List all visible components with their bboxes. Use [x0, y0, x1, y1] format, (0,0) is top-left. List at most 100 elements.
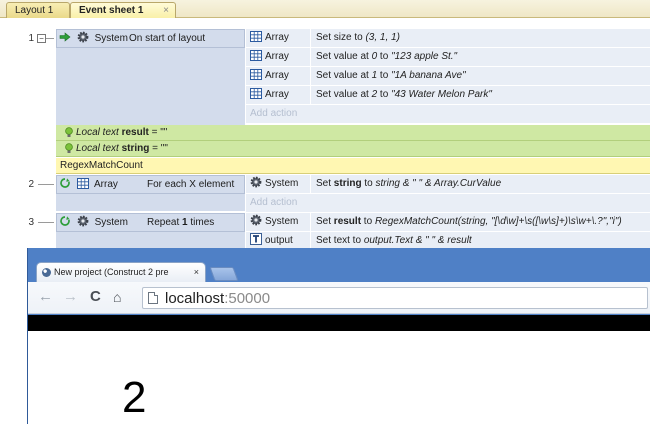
- page-favicon-icon: [42, 268, 51, 277]
- trigger-arrow-icon: [59, 32, 71, 42]
- browser-tab-close-icon[interactable]: ×: [194, 263, 199, 282]
- action-param: "123 apple St.": [391, 51, 458, 62]
- action-param: result: [333, 216, 362, 227]
- event-comment[interactable]: RegexMatchCount: [56, 158, 650, 174]
- local-variable-result[interactable]: Local text result = "": [56, 125, 650, 141]
- url-port: :50000: [224, 290, 271, 307]
- page-icon: [148, 292, 158, 304]
- action-text-part: to: [377, 51, 392, 62]
- add-action-button[interactable]: Add action: [246, 194, 650, 213]
- action-text-part: Set value at: [316, 89, 372, 100]
- text-object-icon: [250, 233, 262, 246]
- browser-tab-title: New project (Construct 2 pre: [54, 267, 169, 277]
- column-separator: [310, 213, 311, 232]
- condition-object: Array: [59, 176, 118, 194]
- event-1-action-3[interactable]: Array Set value at 1 to "1A banana Ave": [246, 67, 650, 86]
- grid-icon: [250, 49, 262, 61]
- home-icon[interactable]: ⌂: [113, 288, 121, 306]
- condition-object: System: [59, 214, 128, 232]
- loop-icon: [60, 178, 70, 189]
- action-object: System: [250, 175, 298, 193]
- column-separator: [310, 175, 311, 194]
- condition-object-label: System: [94, 217, 128, 228]
- action-text-part: to: [361, 216, 375, 227]
- action-object: Array: [250, 86, 289, 104]
- local-variable-text: Local text string = "": [76, 141, 168, 156]
- condition-object-label: Array: [94, 179, 118, 190]
- output-text: 2: [122, 373, 147, 422]
- event-1-condition[interactable]: System On start of layout: [56, 29, 245, 48]
- browser-window: New project (Construct 2 pre × ← → C ⌂ l…: [27, 248, 650, 424]
- action-object-label: System: [265, 178, 299, 189]
- local-variable-string[interactable]: Local text string = "": [56, 141, 650, 157]
- action-object-label: Array: [265, 32, 289, 43]
- variable-kind: Local text: [76, 127, 119, 138]
- event-number: 1: [28, 33, 34, 44]
- event-1-action-2[interactable]: Array Set value at 0 to "123 apple St.": [246, 48, 650, 67]
- action-object-label: System: [265, 216, 299, 227]
- page-canvas: 2: [28, 331, 650, 424]
- lightbulb-icon: [65, 143, 73, 153]
- add-action-button[interactable]: Add action: [246, 105, 650, 124]
- action-text-part: Set: [316, 216, 334, 227]
- condition-text: On start of layout: [129, 33, 206, 44]
- action-object: System: [250, 213, 298, 231]
- new-tab-button[interactable]: [209, 267, 239, 281]
- tab-layout-1[interactable]: Layout 1: [6, 2, 70, 18]
- loop-icon: [60, 216, 70, 227]
- condition-text-part: Repeat: [147, 217, 183, 228]
- address-bar[interactable]: localhost:50000: [142, 287, 648, 309]
- condition-object-label: System: [94, 33, 128, 44]
- forward-arrow-icon[interactable]: →: [63, 288, 78, 306]
- column-separator: [310, 48, 311, 67]
- variable-name: result: [121, 127, 149, 138]
- action-object-label: Array: [265, 51, 289, 62]
- action-text-part: Set text to: [316, 235, 364, 246]
- browser-toolbar: ← → C ⌂ localhost:50000: [28, 282, 650, 314]
- grid-icon: [250, 68, 262, 80]
- gear-icon: [250, 214, 262, 226]
- action-text-part: Set: [316, 178, 334, 189]
- column-separator: [310, 29, 311, 48]
- tab-close-icon[interactable]: ×: [163, 3, 169, 18]
- browser-tab[interactable]: New project (Construct 2 pre ×: [36, 262, 206, 282]
- local-variable-text: Local text result = "": [76, 125, 167, 140]
- grid-icon: [250, 30, 262, 42]
- event-3-action-1[interactable]: System Set result to RegexMatchCount(str…: [246, 213, 650, 232]
- gear-icon: [77, 215, 89, 227]
- action-text: Set size to (3, 1, 1): [316, 29, 400, 47]
- action-param: string & " " & Array.CurValue: [375, 178, 502, 189]
- action-text-part: Set size to: [316, 32, 366, 43]
- back-arrow-icon[interactable]: ←: [38, 288, 53, 306]
- action-param: (3, 1, 1): [365, 32, 400, 43]
- event-2-action-1[interactable]: System Set string to string & " " & Arra…: [246, 175, 650, 194]
- action-text: Set result to RegexMatchCount(string, "[…: [316, 213, 622, 231]
- gear-icon: [250, 176, 262, 188]
- action-param: output.Text & " " & result: [363, 235, 472, 246]
- action-object-label: Array: [265, 89, 289, 100]
- collapse-toggle[interactable]: −: [37, 34, 46, 43]
- event-2-condition[interactable]: Array For each X element: [56, 175, 245, 194]
- event-1-action-1[interactable]: Array Set size to (3, 1, 1): [246, 29, 650, 48]
- gear-icon: [77, 31, 89, 43]
- event-number: 2: [28, 179, 34, 190]
- reload-icon[interactable]: C: [90, 288, 101, 306]
- event-number: 3: [28, 217, 34, 228]
- variable-value: = "": [152, 143, 168, 154]
- action-param: "43 Water Melon Park": [391, 89, 492, 100]
- grid-icon: [250, 87, 262, 99]
- add-action-label: Add action: [250, 108, 298, 119]
- condition-text: Repeat 1 times: [147, 214, 214, 232]
- tab-event-sheet-1[interactable]: Event sheet 1 ×: [70, 2, 176, 18]
- add-action-label: Add action: [250, 197, 298, 208]
- action-text: Set string to string & " " & Array.CurVa…: [316, 175, 501, 193]
- action-param: RegexMatchCount(string, "[\d\w]+\s([\w\s…: [374, 216, 622, 227]
- action-param: "1A banana Ave": [391, 70, 466, 81]
- action-text-part: to: [361, 178, 376, 189]
- editor-tab-bar: Layout 1 Event sheet 1 ×: [0, 0, 650, 18]
- event-3-condition[interactable]: System Repeat 1 times: [56, 213, 245, 232]
- action-object: Array: [250, 48, 289, 66]
- tree-line: [38, 184, 54, 185]
- address-url: localhost:50000: [165, 288, 270, 309]
- event-1-action-4[interactable]: Array Set value at 2 to "43 Water Melon …: [246, 86, 650, 105]
